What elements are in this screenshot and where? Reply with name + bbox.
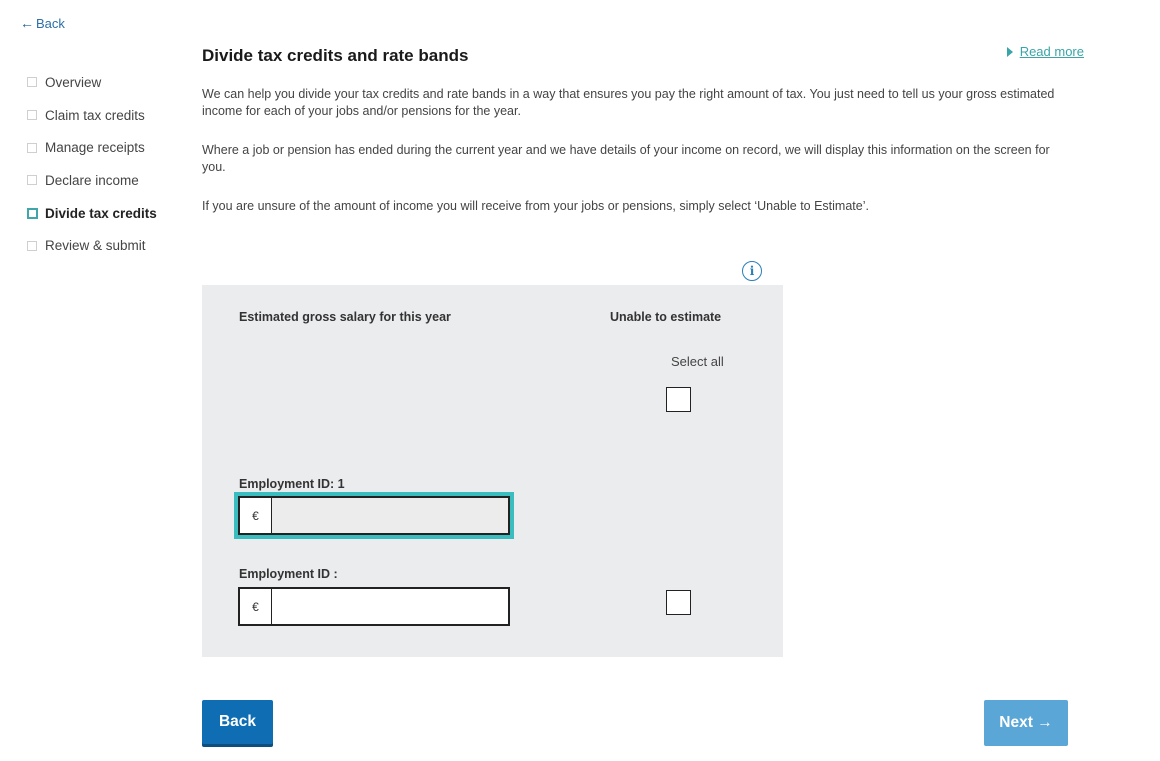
unable-column-header: Unable to estimate — [610, 310, 722, 324]
sidebar-item-label: Overview — [45, 74, 102, 90]
sidebar-item-label: Claim tax credits — [45, 107, 145, 123]
employment-1-label: Employment ID: 1 — [239, 477, 345, 491]
sidebar-item-label: Declare income — [45, 172, 139, 188]
sidebar-item-declare-income[interactable]: Declare income — [27, 164, 157, 197]
salary-estimate-panel: Estimated gross salary for this year Una… — [202, 285, 783, 657]
salary-column-header: Estimated gross salary for this year — [239, 310, 451, 324]
step-checkbox-icon — [27, 142, 37, 153]
progress-sidebar: Overview Claim tax credits Manage receip… — [27, 66, 157, 262]
sidebar-item-label: Manage receipts — [45, 140, 145, 156]
arrow-left-icon: ← — [20, 15, 34, 31]
step-checkbox-icon — [27, 207, 38, 219]
employment-1-salary-field[interactable]: € — [234, 492, 514, 539]
sidebar-item-manage-receipts[interactable]: Manage receipts — [27, 131, 157, 164]
employment-2-salary-field[interactable]: € — [238, 587, 510, 626]
employment-2-label: Employment ID : — [239, 567, 338, 581]
info-icon[interactable]: i — [742, 261, 762, 281]
sidebar-item-label: Divide tax credits — [45, 205, 157, 221]
employment-2-unable-checkbox[interactable] — [666, 590, 691, 615]
intro-paragraph: We can help you divide your tax credits … — [202, 87, 1055, 118]
sidebar-item-divide-tax-credits[interactable]: Divide tax credits — [27, 197, 157, 230]
sidebar-item-claim-tax-credits[interactable]: Claim tax credits — [27, 99, 157, 132]
employment-1-salary-input[interactable] — [272, 498, 508, 533]
select-all-checkbox[interactable] — [666, 387, 691, 412]
euro-icon: € — [240, 589, 272, 624]
ended-jobs-paragraph: Where a job or pension has ended during … — [202, 143, 1050, 174]
back-link[interactable]: ← Back — [20, 15, 65, 31]
back-link-label: Back — [36, 15, 65, 31]
next-button[interactable]: Next → — [984, 700, 1068, 746]
caret-right-icon — [1006, 46, 1013, 57]
euro-icon: € — [240, 498, 272, 533]
read-more-link[interactable]: Read more — [1006, 44, 1084, 59]
step-checkbox-icon — [27, 110, 37, 121]
unsure-paragraph: If you are unsure of the amount of incom… — [202, 199, 869, 213]
back-button[interactable]: Back — [202, 700, 273, 744]
sidebar-item-review-submit[interactable]: Review & submit — [27, 229, 157, 262]
step-checkbox-icon — [27, 175, 37, 186]
select-all-label: Select all — [671, 354, 724, 369]
page-title: Divide tax credits and rate bands — [202, 46, 469, 65]
employment-2-salary-input[interactable] — [272, 589, 508, 624]
step-checkbox-icon — [27, 77, 37, 88]
read-more-label: Read more — [1019, 44, 1084, 59]
step-checkbox-icon — [27, 240, 37, 251]
sidebar-item-label: Review & submit — [45, 238, 146, 254]
sidebar-item-overview[interactable]: Overview — [27, 66, 157, 99]
